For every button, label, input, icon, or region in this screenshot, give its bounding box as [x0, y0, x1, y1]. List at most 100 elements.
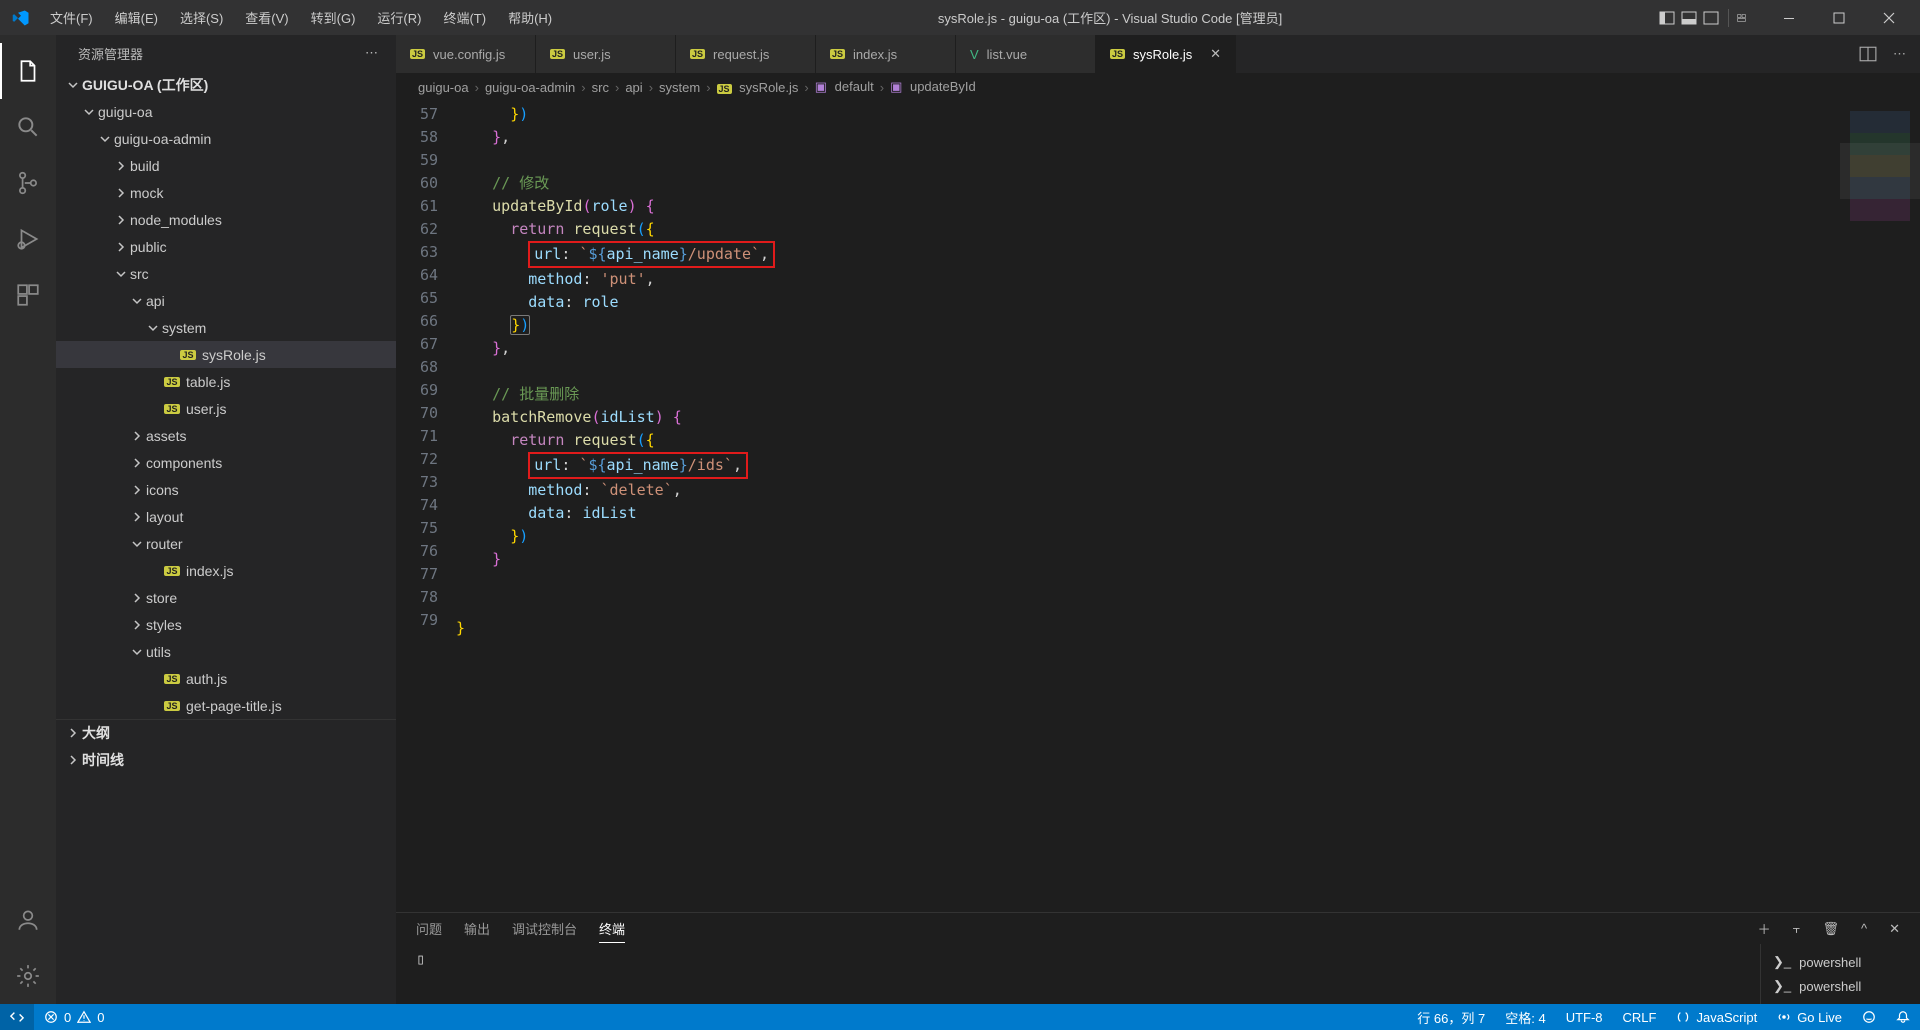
status-eol[interactable]: CRLF: [1613, 1004, 1667, 1030]
tree-folder[interactable]: public: [56, 233, 396, 260]
editor[interactable]: 5758596061626364656667686970717273747576…: [396, 101, 1920, 912]
layout-toggle-left-icon[interactable]: [1658, 9, 1676, 27]
activity-search[interactable]: [0, 99, 56, 155]
tree-folder[interactable]: node_modules: [56, 206, 396, 233]
editor-tab[interactable]: JSrequest.js: [676, 35, 816, 73]
status-feedback[interactable]: [1852, 1004, 1886, 1030]
chevron-right-icon: [130, 456, 144, 470]
panel-tab[interactable]: 终端: [599, 915, 625, 943]
tab-close-icon[interactable]: ✕: [1210, 46, 1221, 62]
window-maximize-button[interactable]: [1816, 0, 1862, 35]
tree-folder[interactable]: api: [56, 287, 396, 314]
breadcrumb-item[interactable]: guigu-oa-admin: [485, 80, 575, 95]
customize-layout-icon[interactable]: [1728, 9, 1746, 27]
status-line-col[interactable]: 行 66，列 7: [1407, 1004, 1495, 1030]
editor-tab[interactable]: JSsysRole.js✕: [1096, 35, 1236, 73]
outline-section[interactable]: 大纲: [56, 719, 396, 746]
timeline-section[interactable]: 时间线: [56, 746, 396, 773]
tree-folder[interactable]: src: [56, 260, 396, 287]
status-remote[interactable]: [0, 1004, 34, 1030]
chevron-right-icon: [66, 726, 80, 740]
menu-item[interactable]: 编辑(E): [105, 4, 168, 31]
kill-terminal-icon[interactable]: 🗑: [1822, 921, 1839, 937]
code-content[interactable]: }) }, // 修改 updateById(role) { return re…: [456, 101, 1840, 912]
tree-file[interactable]: JStable.js: [56, 368, 396, 395]
editor-tab[interactable]: Vlist.vue: [956, 35, 1096, 73]
menu-item[interactable]: 文件(F): [40, 4, 103, 31]
editor-tab[interactable]: JSvue.config.js: [396, 35, 536, 73]
tree-folder[interactable]: system: [56, 314, 396, 341]
status-golive[interactable]: Go Live: [1767, 1004, 1852, 1030]
tab-label: index.js: [853, 47, 897, 62]
breadcrumb[interactable]: guigu-oa›guigu-oa-admin›src›api›system›J…: [396, 73, 1920, 101]
terminal-instance[interactable]: ❯_powershell: [1773, 974, 1908, 998]
status-indent[interactable]: 空格: 4: [1495, 1004, 1555, 1030]
maximize-panel-icon[interactable]: ^: [1861, 921, 1867, 936]
menu-item[interactable]: 查看(V): [235, 4, 298, 31]
tree-folder[interactable]: layout: [56, 503, 396, 530]
terminal-instance[interactable]: ❯_powershell: [1773, 950, 1908, 974]
tree-folder[interactable]: guigu-oa: [56, 98, 396, 125]
new-terminal-icon[interactable]: ＋: [1758, 919, 1771, 938]
layout-toggle-right-icon[interactable]: [1702, 9, 1720, 27]
split-editor-icon[interactable]: [1859, 45, 1877, 63]
activity-settings[interactable]: [0, 948, 56, 1004]
status-language[interactable]: JavaScript: [1666, 1004, 1767, 1030]
terminal[interactable]: ▯: [396, 944, 1760, 1004]
minimap-viewport[interactable]: [1840, 143, 1920, 199]
tree-folder[interactable]: icons: [56, 476, 396, 503]
activity-account[interactable]: [0, 892, 56, 948]
tree-folder[interactable]: utils: [56, 638, 396, 665]
tree-folder[interactable]: router: [56, 530, 396, 557]
tree-folder[interactable]: build: [56, 152, 396, 179]
close-panel-icon[interactable]: ✕: [1889, 921, 1900, 937]
window-close-button[interactable]: [1866, 0, 1912, 35]
breadcrumb-item[interactable]: system: [659, 80, 700, 95]
menu-item[interactable]: 选择(S): [170, 4, 233, 31]
layout-toggle-bottom-icon[interactable]: [1680, 9, 1698, 27]
tree-folder[interactable]: components: [56, 449, 396, 476]
activity-explorer[interactable]: [0, 43, 56, 99]
menu-item[interactable]: 帮助(H): [498, 4, 562, 31]
chevron-right-icon: [66, 753, 80, 767]
breadcrumb-item[interactable]: JS sysRole.js: [717, 80, 799, 95]
activity-scm[interactable]: [0, 155, 56, 211]
tab-label: user.js: [573, 47, 611, 62]
js-icon: JS: [178, 350, 198, 360]
breadcrumb-item[interactable]: api: [625, 80, 642, 95]
breadcrumb-item[interactable]: guigu-oa: [418, 80, 469, 95]
breadcrumb-item[interactable]: src: [592, 80, 609, 95]
window-minimize-button[interactable]: [1766, 0, 1812, 35]
status-problems[interactable]: 0 0: [34, 1004, 114, 1030]
activity-debug[interactable]: [0, 211, 56, 267]
panel-tab[interactable]: 调试控制台: [512, 915, 577, 942]
tree-root[interactable]: GUIGU-OA (工作区): [56, 71, 396, 98]
breadcrumb-item[interactable]: ▣ updateById: [890, 79, 976, 95]
menu-item[interactable]: 运行(R): [367, 4, 431, 31]
panel-tab[interactable]: 输出: [464, 915, 490, 942]
menu-item[interactable]: 转到(G): [301, 4, 366, 31]
tree-file[interactable]: JSget-page-title.js: [56, 692, 396, 719]
tree-file[interactable]: JSuser.js: [56, 395, 396, 422]
tree-folder[interactable]: assets: [56, 422, 396, 449]
minimap[interactable]: [1840, 101, 1920, 912]
tree-folder[interactable]: store: [56, 584, 396, 611]
editor-tab[interactable]: JSindex.js: [816, 35, 956, 73]
tree-file[interactable]: JSindex.js: [56, 557, 396, 584]
tree-folder[interactable]: mock: [56, 179, 396, 206]
tree-folder[interactable]: styles: [56, 611, 396, 638]
tree-file[interactable]: JSsysRole.js: [56, 341, 396, 368]
vscode-icon: [12, 9, 30, 27]
status-bell[interactable]: [1886, 1004, 1920, 1030]
tree-file[interactable]: JSauth.js: [56, 665, 396, 692]
status-encoding[interactable]: UTF-8: [1556, 1004, 1613, 1030]
sidebar-more-icon[interactable]: ⋯: [365, 45, 378, 61]
panel-tab[interactable]: 问题: [416, 915, 442, 942]
menu-item[interactable]: 终端(T): [433, 4, 496, 31]
breadcrumb-item[interactable]: ▣ default: [815, 79, 874, 95]
tree-folder[interactable]: guigu-oa-admin: [56, 125, 396, 152]
more-icon[interactable]: ⋯: [1893, 46, 1906, 62]
activity-extensions[interactable]: [0, 267, 56, 323]
editor-tab[interactable]: JSuser.js: [536, 35, 676, 73]
split-terminal-icon[interactable]: ⫟: [1793, 921, 1801, 937]
